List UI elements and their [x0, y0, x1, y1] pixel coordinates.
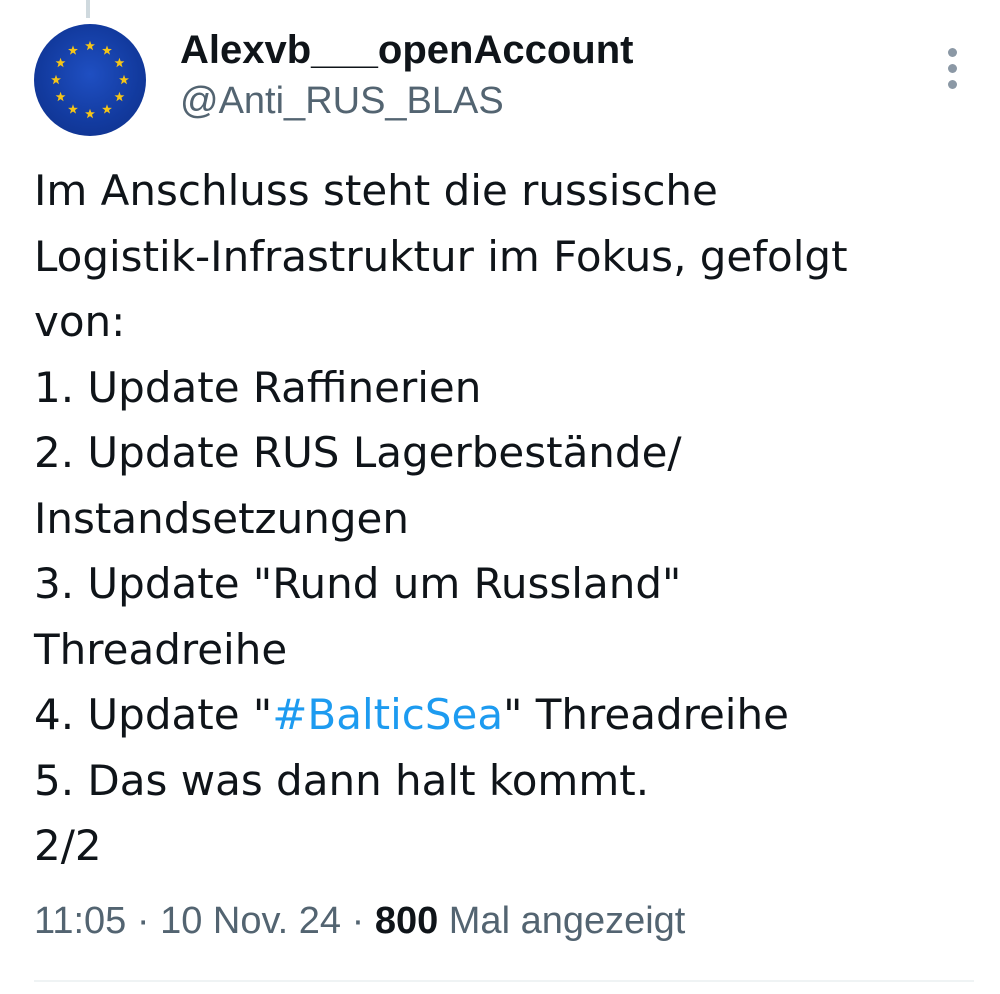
- tweet-line: Instandsetzungen: [34, 493, 409, 543]
- star-icon: [114, 57, 125, 68]
- view-count: 800: [374, 900, 439, 942]
- tweet-line: Threadreihe: [34, 624, 288, 674]
- thread-connector-line: [86, 0, 90, 18]
- tweet-line: 5. Das was dann halt kommt.: [34, 755, 650, 805]
- author-display-name[interactable]: Alexvb___openAccount: [180, 26, 633, 74]
- star-icon: [55, 91, 66, 102]
- tweet-line: 4. Update "#BalticSea" Threadreihe: [34, 682, 974, 748]
- divider: [34, 980, 974, 982]
- star-icon: [102, 45, 112, 55]
- star-icon: [102, 104, 112, 114]
- tweet-line: 3. Update "Rund um Russland": [34, 559, 682, 608]
- meta-separator: ·: [341, 900, 375, 942]
- star-icon: [114, 91, 125, 102]
- star-icon: [68, 104, 78, 114]
- star-icon: [51, 74, 61, 85]
- star-icon: [85, 40, 95, 51]
- star-icon: [85, 108, 95, 119]
- tweet-line: Im Anschluss steht die russische: [34, 166, 718, 215]
- more-vertical-icon: [948, 80, 957, 89]
- views-label: Mal angezeigt: [438, 900, 686, 942]
- meta-separator: ·: [126, 900, 161, 942]
- tweet-meta: 11:05 · 10 Nov. 24 · 800 Mal angezeigt: [34, 896, 685, 946]
- hashtag-link[interactable]: #BalticSea: [272, 690, 503, 739]
- author-handle[interactable]: @Anti_RUS_BLAS: [180, 78, 504, 124]
- tweet-line: 2/2: [34, 821, 102, 870]
- star-icon: [55, 57, 66, 68]
- tweet-line: 2. Update RUS Lagerbestände/: [34, 428, 682, 477]
- more-vertical-icon: [948, 48, 957, 57]
- tweet-line: Logistik-Infrastruktur im Fokus, gefolgt: [34, 231, 848, 281]
- tweet-line: 1. Update Raffinerien: [34, 362, 482, 412]
- tweet-text: Im Anschluss steht die russische Logisti…: [34, 158, 974, 879]
- more-vertical-icon: [948, 64, 957, 73]
- star-icon: [68, 45, 78, 55]
- tweet-line: von:: [34, 297, 126, 346]
- tweet-date[interactable]: 10 Nov. 24: [160, 900, 341, 942]
- star-icon: [119, 74, 129, 85]
- tweet-line-suffix: " Threadreihe: [503, 690, 789, 739]
- tweet-time[interactable]: 11:05: [34, 900, 126, 942]
- avatar[interactable]: [34, 24, 146, 136]
- tweet-line-prefix: 4. Update ": [34, 690, 273, 739]
- eu-flag-icon: [51, 40, 129, 119]
- more-options-button[interactable]: [936, 44, 970, 94]
